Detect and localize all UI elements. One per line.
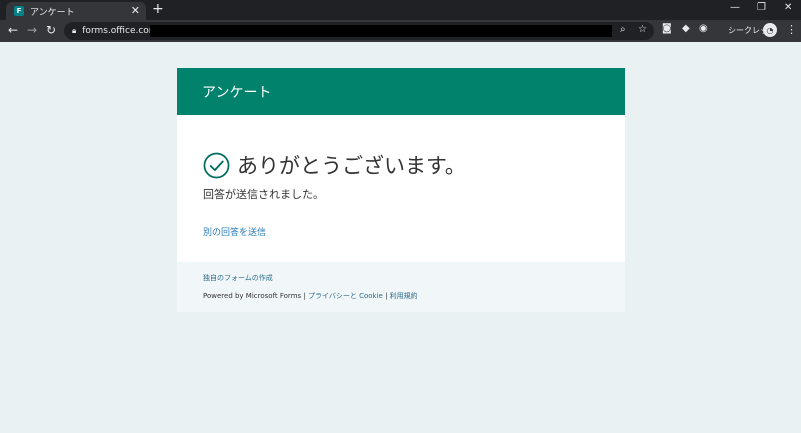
tab-title: アンケート (30, 7, 75, 18)
incognito-icon[interactable]: ◔ (763, 23, 777, 37)
zoom-icon[interactable]: ⌕ (620, 24, 626, 35)
url-text: forms.office.com/ (82, 26, 161, 36)
form-title: アンケート (202, 84, 272, 101)
back-icon[interactable]: ← (8, 23, 18, 37)
form-footer: 独自のフォームの作成 Powered by Microsoft Forms | … (177, 262, 625, 312)
lock-icon: 🔒︎ (72, 26, 77, 35)
create-own-form-link[interactable]: 独自のフォームの作成 (203, 273, 273, 283)
browser-tab-bar: F アンケート ✕ + — ❐ ✕ (0, 0, 801, 20)
new-tab-button[interactable]: + (152, 1, 164, 17)
submit-another-response-link[interactable]: 別の回答を送信 (203, 225, 266, 238)
url-redaction (150, 25, 612, 37)
reload-icon[interactable]: ↻ (46, 23, 56, 37)
response-card: アンケート ありがとうございます。 回答が送信されました。 別の回答を送信 独自… (177, 68, 625, 312)
powered-by-text: Powered by Microsoft Forms | (203, 292, 306, 300)
browser-toolbar: ← → ↻ 🔒︎ forms.office.com/ ⌕ ☆ ◙ ◆ ◉ シーク… (0, 20, 801, 42)
minimize-icon[interactable]: — (730, 2, 740, 13)
tab-close-icon[interactable]: ✕ (131, 4, 140, 17)
browser-tab[interactable]: F アンケート ✕ (6, 2, 146, 20)
bookmark-star-icon[interactable]: ☆ (638, 24, 647, 35)
browser-menu-icon[interactable]: ⋮ (786, 23, 797, 36)
form-header: アンケート (177, 68, 625, 115)
powered-by-row: Powered by Microsoft Forms | プライバシーと Coo… (203, 291, 418, 301)
thanks-message: ありがとうございます。 (237, 154, 466, 178)
sent-message: 回答が送信されました。 (203, 188, 324, 201)
footer-separator: | (385, 292, 388, 300)
address-bar[interactable]: 🔒︎ forms.office.com/ ⌕ ☆ (64, 22, 654, 40)
window-close-icon[interactable]: ✕ (784, 2, 792, 13)
forms-favicon-icon: F (14, 6, 24, 16)
extension-badge-icon[interactable]: ◉ (699, 23, 708, 34)
terms-of-use-link[interactable]: 利用規約 (390, 292, 418, 300)
check-circle-icon (203, 152, 230, 178)
restore-icon[interactable]: ❐ (757, 2, 766, 13)
extension-icon[interactable]: ◆ (682, 23, 690, 34)
forward-icon[interactable]: → (27, 23, 37, 37)
camera-extension-icon[interactable]: ◙ (662, 23, 672, 34)
thanks-row: ありがとうございます。 (203, 150, 466, 180)
privacy-cookie-link[interactable]: プライバシーと Cookie (308, 292, 383, 300)
